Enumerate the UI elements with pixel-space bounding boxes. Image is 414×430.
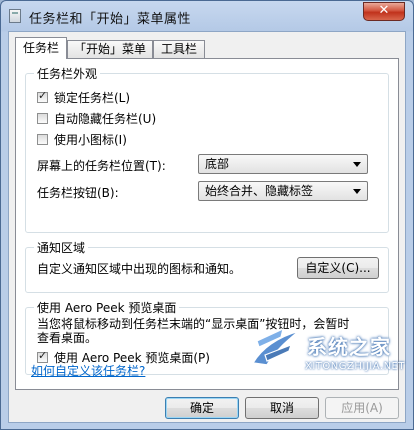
tab-start-menu[interactable]: 「开始」菜单 <box>67 40 153 58</box>
dialog-client: 任务栏 「开始」菜单 工具栏 任务栏外观 锁定任务栏(L) 自动隐藏任务栏(U)… <box>8 31 406 423</box>
position-select[interactable]: 底部 <box>198 154 368 174</box>
buttons-select[interactable]: 始终合并、隐藏标签 <box>198 181 368 201</box>
window-app-icon <box>9 9 21 23</box>
position-label: 屏幕上的任务栏位置(T): <box>37 159 166 173</box>
cancel-button[interactable]: 取消 <box>245 397 319 419</box>
tab-toolbars[interactable]: 工具栏 <box>153 40 205 58</box>
customize-button[interactable]: 自定义(C)... <box>297 257 379 279</box>
apply-button[interactable]: 应用(A) <box>325 397 399 419</box>
notification-desc: 自定义通知区域中出现的图标和通知。 <box>37 262 242 276</box>
ok-button[interactable]: 确定 <box>165 397 239 419</box>
window-title: 任务栏和「开始」菜单属性 <box>29 12 192 27</box>
chevron-down-icon <box>353 162 361 167</box>
aero-peek-legend: 使用 Aero Peek 预览桌面 <box>34 299 180 316</box>
notification-legend: 通知区域 <box>34 239 89 256</box>
close-button[interactable]: ✕ <box>363 2 405 21</box>
small-icons-label: 使用小图标(I) <box>54 132 127 147</box>
buttons-label: 任务栏按钮(B): <box>37 186 119 200</box>
lock-taskbar-checkbox[interactable]: 锁定任务栏(L) <box>37 89 130 105</box>
help-link[interactable]: 如何自定义该任务栏? <box>31 362 145 379</box>
checkbox-box <box>37 112 48 124</box>
buttons-value: 始终合并、隐藏标签 <box>205 184 314 198</box>
checkbox-box <box>37 89 48 103</box>
checkbox-box <box>37 133 48 145</box>
position-value: 底部 <box>205 157 230 171</box>
autohide-label: 自动隐藏任务栏(U) <box>54 111 157 126</box>
title-bar[interactable]: 任务栏和「开始」菜单属性 ✕ <box>1 1 413 31</box>
checkbox-box <box>37 349 48 363</box>
chevron-down-icon <box>353 189 361 194</box>
aero-peek-desc-line2: 查看桌面。 <box>37 331 98 345</box>
tab-taskbar[interactable]: 任务栏 <box>15 37 67 59</box>
lock-taskbar-label: 锁定任务栏(L) <box>54 90 131 105</box>
appearance-legend: 任务栏外观 <box>34 65 101 82</box>
small-icons-checkbox[interactable]: 使用小图标(I) <box>37 131 127 147</box>
autohide-checkbox[interactable]: 自动隐藏任务栏(U) <box>37 110 156 126</box>
properties-window: 任务栏和「开始」菜单属性 ✕ 任务栏 「开始」菜单 工具栏 任务栏外观 锁定任务… <box>0 0 414 430</box>
tab-panel-taskbar: 任务栏外观 锁定任务栏(L) 自动隐藏任务栏(U) 使用小图标(I) 屏幕上的任… <box>15 58 399 390</box>
